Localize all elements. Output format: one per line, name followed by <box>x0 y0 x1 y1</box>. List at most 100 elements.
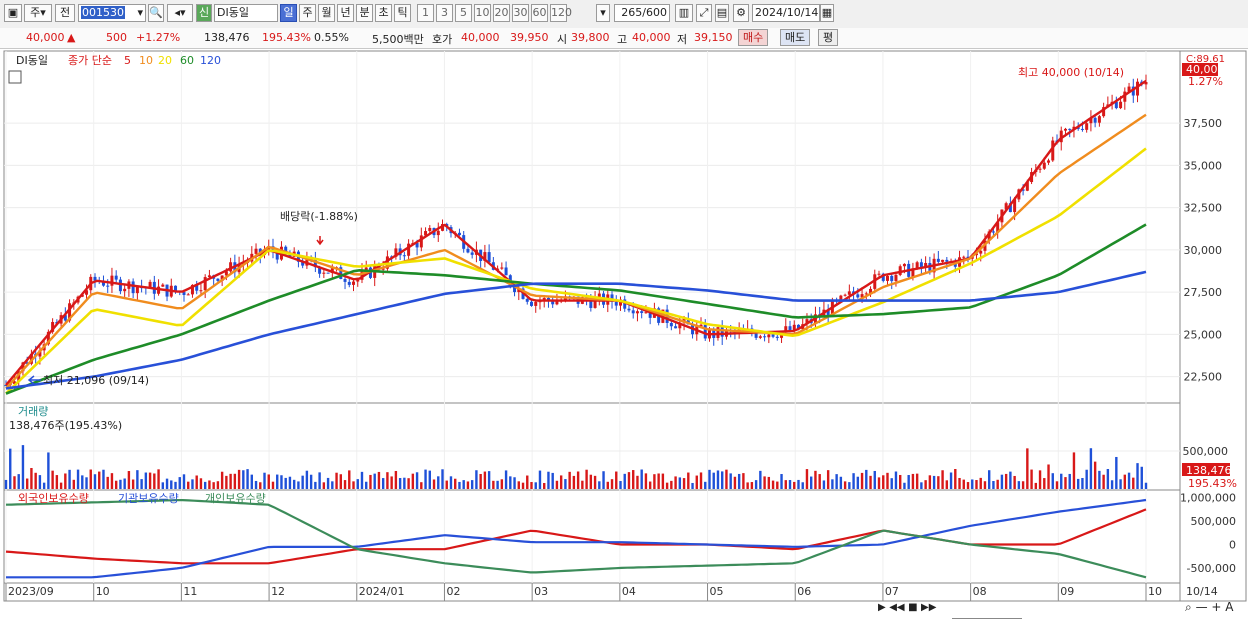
range-button-1[interactable]: 3 <box>436 4 453 22</box>
stock-chart[interactable]: 22,500 25,000 27,500 30,000 32,500 35,000 37,5… <box>0 49 1248 621</box>
period-tab-0[interactable]: 일 <box>280 4 297 22</box>
volume-bar <box>920 482 923 489</box>
scroll-forward-icon[interactable]: ▶▶ <box>921 602 936 613</box>
volume-bar <box>572 475 576 489</box>
volume-bar <box>259 482 262 489</box>
volume-bar <box>254 480 258 489</box>
layout-icon[interactable]: ▣ <box>4 4 22 22</box>
volume-bar <box>894 471 898 489</box>
candle-body <box>347 281 351 285</box>
candle-body <box>1063 128 1067 131</box>
volume-tick-label: 500,000 <box>1183 445 1229 458</box>
period-tab-5[interactable]: 초 <box>375 4 392 22</box>
volume-bar <box>131 479 135 489</box>
volume-bar <box>797 479 800 489</box>
scroll-rewind-icon[interactable]: ◀◀ <box>889 602 904 613</box>
calendar-icon[interactable]: ▦ <box>820 4 834 22</box>
range-button-0[interactable]: 1 <box>417 4 434 22</box>
volume-bar <box>390 476 393 489</box>
search-icon[interactable]: 🔍 <box>148 4 164 22</box>
sound-icon[interactable]: ◂▾ <box>167 4 193 22</box>
grid-toggle-icon[interactable] <box>8 70 22 84</box>
volume-bar <box>284 477 287 489</box>
volume-bar <box>424 469 427 489</box>
market-select[interactable]: 주▾ <box>24 4 52 22</box>
volume-bar <box>1013 475 1016 489</box>
gear-icon[interactable]: ⚙ <box>733 4 749 22</box>
candle-body <box>720 327 724 337</box>
zoom-out-icon[interactable]: — <box>1196 600 1208 614</box>
volume-bar <box>343 480 347 489</box>
low-value: 39,150 <box>694 31 733 44</box>
volume-bar <box>72 479 76 489</box>
candle-body <box>936 258 940 262</box>
volume-bar <box>1093 461 1097 489</box>
volume-bar <box>903 482 906 489</box>
prev-button[interactable]: 전 <box>55 4 75 22</box>
volume-bar <box>386 472 389 489</box>
range-button-5[interactable]: 30 <box>512 4 529 22</box>
volume-bar <box>369 474 372 489</box>
zoom-search-icon[interactable]: ⌕ <box>1185 600 1192 614</box>
volume-bar <box>1030 469 1033 489</box>
volume-bar <box>975 480 978 489</box>
candle-body <box>322 272 326 274</box>
volume-bar <box>34 472 37 489</box>
range-button-6[interactable]: 60 <box>531 4 548 22</box>
indicator-icon[interactable]: ▥ <box>675 4 693 22</box>
volume-bar <box>348 470 351 489</box>
volume-bar <box>38 475 42 489</box>
volume-bar <box>899 474 902 489</box>
range-button-4[interactable]: 20 <box>493 4 510 22</box>
range-button-3[interactable]: 10 <box>474 4 491 22</box>
range-button-2[interactable]: 5 <box>455 4 472 22</box>
eval-button[interactable]: 평 <box>818 29 839 46</box>
range-dropdown[interactable]: ▾ <box>596 4 610 22</box>
font-size-icon[interactable]: A <box>1225 600 1233 614</box>
volume-bar <box>1060 473 1063 489</box>
volume-bar <box>788 480 792 489</box>
volume-bar <box>114 480 118 489</box>
volume-bar <box>352 481 355 489</box>
date-input[interactable]: 2024/10/14 <box>752 4 820 22</box>
zoom-slider[interactable] <box>952 600 1022 619</box>
y-tick-label: 30,000 <box>1184 244 1223 257</box>
candle-body <box>627 308 631 311</box>
stop-icon[interactable]: ■ <box>908 602 917 613</box>
period-tab-1[interactable]: 주 <box>299 4 316 22</box>
candle-body <box>894 274 898 282</box>
zoom-in-icon[interactable]: + <box>1211 600 1221 614</box>
count-field[interactable]: 265/600 <box>614 4 670 22</box>
volume-bar <box>1089 448 1093 489</box>
y-tick-label: 27,500 <box>1184 286 1223 299</box>
period-tab-3[interactable]: 년 <box>337 4 354 22</box>
volume-bar <box>831 479 834 489</box>
volume-bar <box>941 470 944 489</box>
chevron-down-icon[interactable]: ▾ <box>137 5 143 21</box>
volume-bar <box>59 482 63 489</box>
volume-bar <box>665 482 669 489</box>
scroll-controls: ▶ ◀◀ ■ ▶▶ <box>878 600 948 618</box>
period-tab-6[interactable]: 틱 <box>394 4 411 22</box>
save-icon[interactable]: ▤ <box>715 4 729 22</box>
scroll-right-icon[interactable]: ▶ <box>878 602 886 613</box>
x-tick-label: 04 <box>622 585 636 598</box>
sell-button[interactable]: 매도 <box>780 29 811 46</box>
period-tab-4[interactable]: 분 <box>356 4 373 22</box>
range-button-7[interactable]: 120 <box>550 4 572 22</box>
market-tab-label: 주 <box>30 6 41 19</box>
buy-button[interactable]: 매수 <box>738 29 769 46</box>
candle-body <box>504 267 508 276</box>
period-tab-2[interactable]: 월 <box>318 4 335 22</box>
candle-body <box>674 326 678 329</box>
volume-bar <box>805 469 809 489</box>
stock-code-input[interactable]: 001530 ▾ <box>78 4 146 22</box>
volume-bar <box>68 469 71 489</box>
candle-body <box>991 231 995 233</box>
volume-bar <box>1136 463 1139 489</box>
volume-bar <box>793 481 796 489</box>
dividend-annotation: 배당락(-1.88%) <box>280 210 358 223</box>
volume-bar <box>157 469 160 489</box>
drawing-icon[interactable]: ⤢ <box>696 4 712 22</box>
candle-body <box>457 232 461 236</box>
